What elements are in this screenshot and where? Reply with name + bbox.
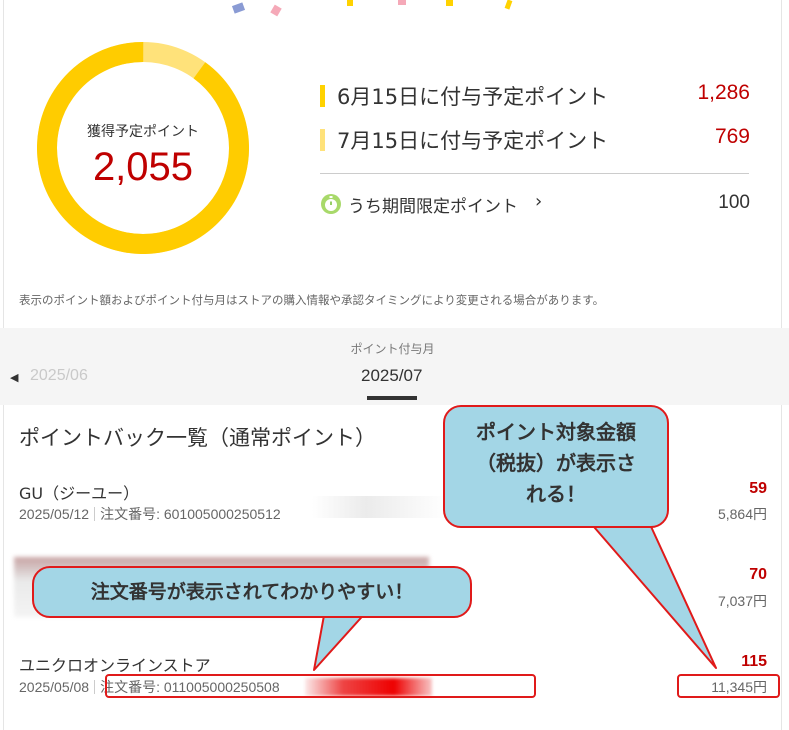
callout-line: ポイント対象金額 — [476, 420, 636, 444]
points-page: 獲得予定ポイント 2,055 6月15日に付与予定ポイント 1,286 7月15… — [0, 0, 789, 730]
amount-callout: ポイント対象金額 （税抜）が表示さ れる！ — [443, 405, 669, 528]
callout-line: れる！ — [526, 482, 586, 506]
order-number-callout: 注文番号が表示されてわかりやすい！ — [32, 566, 472, 618]
callout-tails — [313, 519, 717, 671]
callout-line: 注文番号が表示されてわかりやすい！ — [90, 581, 414, 603]
callout-line: （税抜）が表示さ — [476, 451, 636, 475]
